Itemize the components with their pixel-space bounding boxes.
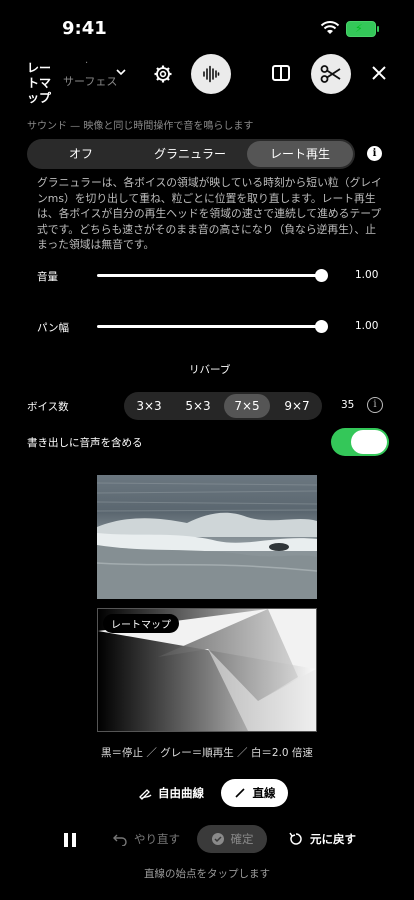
- instruction-hint: 直線の始点をタップします: [144, 868, 270, 880]
- voices-option-7x5[interactable]: 7×5: [224, 394, 270, 418]
- status-time: 9:41: [62, 18, 107, 39]
- waveform-icon: [203, 65, 220, 83]
- redo-button[interactable]: やり直す: [113, 831, 180, 847]
- pause-icon[interactable]: [63, 832, 77, 848]
- voices-option-5x3[interactable]: 5×3: [174, 392, 222, 420]
- freehand-label: 自由曲線: [158, 786, 204, 800]
- split-view-icon[interactable]: [272, 65, 290, 81]
- scissors-icon: [320, 65, 341, 83]
- title-separator: ·: [85, 58, 89, 69]
- rate-map-label: レートマップ: [103, 614, 179, 633]
- close-icon[interactable]: [371, 65, 387, 81]
- voices-option-9x7[interactable]: 9×7: [272, 392, 322, 420]
- line-label: 直線: [252, 786, 276, 800]
- freehand-icon: [139, 789, 152, 800]
- export-audio-label: 書き出しに音声を含める: [27, 437, 143, 449]
- volume-slider-thumb[interactable]: [315, 269, 328, 282]
- battery-icon: ⚡: [346, 21, 379, 37]
- undo-icon: [289, 832, 302, 845]
- checkmark-circle-icon: [211, 833, 224, 845]
- mode-description: グラニュラーは、各ボイスの領域が映している時刻から短い粒（グレインms）を切り出…: [37, 176, 382, 251]
- reverb-label[interactable]: リバーブ: [189, 362, 230, 377]
- page-title: レートマップ: [27, 61, 52, 105]
- confirm-label: 確定: [230, 832, 254, 846]
- gear-icon[interactable]: [153, 64, 173, 84]
- voices-option-3x3[interactable]: 3×3: [124, 392, 174, 420]
- info-icon[interactable]: i: [367, 146, 382, 161]
- export-audio-toggle[interactable]: [331, 428, 389, 456]
- pan-slider-track[interactable]: [97, 325, 321, 328]
- line-button[interactable]: 直線: [221, 779, 288, 807]
- volume-slider-track[interactable]: [97, 274, 321, 277]
- pan-label: パン幅: [37, 322, 70, 334]
- undo-button[interactable]: 元に戻す: [289, 831, 356, 847]
- voices-count: 35: [341, 399, 355, 411]
- undo-label: 元に戻す: [310, 832, 356, 846]
- sound-mode-segmented: オフ グラニュラー レート再生: [27, 139, 355, 169]
- voices-info-icon[interactable]: i: [367, 397, 383, 413]
- voices-segmented: 3×3 5×3 7×5 9×7: [124, 392, 322, 420]
- cut-button[interactable]: [311, 54, 351, 94]
- mode-option-rate-playback[interactable]: レート再生: [247, 141, 353, 167]
- freehand-button[interactable]: 自由曲線: [131, 779, 211, 807]
- wifi-icon: [320, 21, 340, 34]
- mode-option-off[interactable]: オフ: [27, 139, 135, 169]
- redo-label: やり直す: [134, 832, 180, 846]
- line-icon: [234, 788, 245, 798]
- confirm-button[interactable]: 確定: [197, 825, 267, 853]
- chevron-down-icon[interactable]: [116, 68, 126, 76]
- sound-button[interactable]: [191, 54, 231, 94]
- rate-map-legend: 黒＝停止 ／ グレー＝順再生 ／ 白＝2.0 倍速: [101, 747, 313, 759]
- video-frame: [97, 475, 317, 599]
- voices-label: ボイス数: [27, 401, 69, 413]
- pan-slider-thumb[interactable]: [315, 320, 328, 333]
- mode-option-granular[interactable]: グラニュラー: [135, 139, 245, 169]
- pan-value: 1.00: [355, 320, 379, 332]
- surface-selector[interactable]: サーフェス: [63, 73, 117, 89]
- section-caption: サウンド — 映像と同じ時間操作で音を鳴らします: [27, 121, 254, 132]
- redo-icon: [113, 834, 127, 846]
- volume-value: 1.00: [355, 269, 379, 281]
- volume-label: 音量: [37, 271, 58, 283]
